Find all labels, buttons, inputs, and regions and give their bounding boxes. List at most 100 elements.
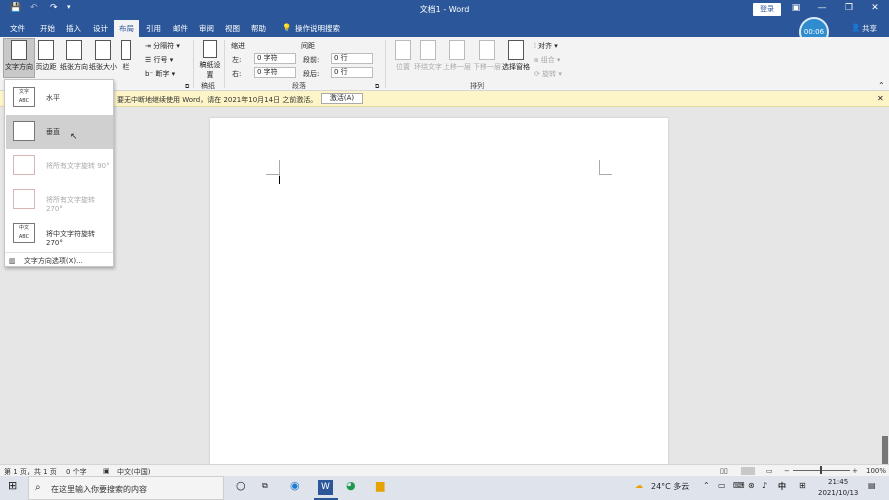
tell-me-search[interactable]: 操作说明搜索 (295, 23, 340, 34)
indent-left-input[interactable]: 0 字符 (254, 53, 296, 64)
web-layout-icon[interactable]: ▭ (766, 467, 773, 475)
align-button[interactable]: ⫶ 对齐 ▾ (534, 41, 558, 51)
close-icon[interactable]: ✕ (868, 3, 882, 13)
orientation-icon (66, 40, 82, 60)
draft-paper-button[interactable]: 稿纸设置 (196, 40, 224, 80)
tab-view[interactable]: 视图 (225, 23, 240, 34)
weather-icon[interactable]: ☁ (635, 481, 643, 490)
text-direction-rotate-270[interactable]: 将所有文字旋转 270° (6, 183, 113, 217)
indent-right-input[interactable]: 0 字符 (254, 67, 296, 78)
text-direction-rotate-asian-270[interactable]: 中文 ABC 将中文字符旋转 270° (6, 217, 113, 251)
zoom-slider-thumb[interactable] (820, 466, 822, 474)
breaks-button[interactable]: ⇥ 分隔符 ▾ (145, 41, 180, 51)
send-backward-button[interactable]: 下移一层 (473, 40, 501, 72)
dd-item-label: 水平 (46, 94, 60, 102)
paragraph-launcher-icon[interactable]: ⧉ (375, 83, 379, 91)
selection-pane-button[interactable]: 选择窗格 (502, 40, 530, 72)
mouse-cursor-icon: ↖ (70, 132, 78, 142)
bring-forward-button[interactable]: 上移一层 (443, 40, 471, 72)
windows-start-icon[interactable]: ⊞ (8, 479, 17, 492)
login-button[interactable]: 登录 (753, 3, 781, 16)
file-explorer-icon[interactable]: ▆ (376, 479, 384, 492)
zoom-in-icon[interactable]: + (852, 467, 858, 475)
ime-mode-icon[interactable]: ⊞ (799, 481, 806, 490)
task-view-icon[interactable]: ⧉ (262, 481, 268, 491)
notifications-icon[interactable]: ▤ (868, 481, 876, 490)
clock-time[interactable]: 21:45 (828, 478, 848, 486)
rotate-asian-icon: 中文 ABC (13, 223, 35, 243)
ribbon-display-icon[interactable]: ▣ (789, 3, 803, 13)
tab-mailings[interactable]: 邮件 (173, 23, 188, 34)
word-taskbar-icon[interactable]: W (318, 480, 333, 495)
margins-button[interactable]: 页边距 (32, 40, 60, 72)
spacing-after-input[interactable]: 0 行 (331, 67, 373, 78)
separator (385, 40, 386, 88)
restore-icon[interactable]: ❐ (842, 3, 856, 13)
size-button[interactable]: 纸张大小 (89, 40, 117, 72)
size-icon (95, 40, 111, 60)
tab-references[interactable]: 引用 (146, 23, 161, 34)
cortana-icon[interactable]: ○ (236, 479, 246, 492)
page-setup-launcher-icon[interactable]: ⧉ (185, 83, 189, 91)
ime-indicator[interactable]: 中 (778, 481, 786, 492)
hyphenation-label: 断字 (155, 70, 170, 78)
columns-label: 栏 (122, 63, 130, 71)
tab-design[interactable]: 设计 (93, 23, 108, 34)
orientation-button[interactable]: 纸张方向 (60, 40, 88, 72)
spacing-before-input[interactable]: 0 行 (331, 53, 373, 64)
network-status-icon[interactable]: ⌨ (733, 481, 745, 490)
zoom-out-icon[interactable]: − (784, 467, 790, 475)
user-icon: 👤 (851, 23, 861, 32)
text-direction-rotate-90[interactable]: 将所有文字旋转 90° (6, 149, 113, 183)
tab-insert[interactable]: 插入 (66, 23, 81, 34)
share-button[interactable]: 共享 (862, 23, 877, 34)
rotate-270-icon (13, 189, 35, 209)
read-mode-icon[interactable]: ▯▯ (720, 467, 728, 475)
taskbar-search[interactable]: ⌕ 在这里输入你要搜索的内容 (28, 476, 224, 500)
status-bar: 第 1 页，共 1 页 0 个字 ▣ 中文(中国) ▯▯ ▭ − + 100% (0, 464, 889, 476)
line-numbers-button[interactable]: ☰ 行号 ▾ (145, 55, 173, 65)
tab-help[interactable]: 帮助 (251, 23, 266, 34)
rotate-button[interactable]: ⟳ 旋转 ▾ (534, 69, 562, 79)
arrange-group-label: 排列 (470, 82, 484, 90)
horizontal-text-icon: 文字 ABC (13, 87, 35, 107)
tray-expand-icon[interactable]: ⌃ (703, 481, 710, 490)
group-button[interactable]: ⧈ 组合 ▾ (534, 55, 560, 65)
text-direction-horizontal[interactable]: 文字 ABC 水平 (6, 81, 113, 115)
app-icon[interactable]: ◕ (346, 479, 356, 492)
hyphenation-button[interactable]: b⁻ 断字 ▾ (145, 69, 175, 79)
text-direction-vertical[interactable]: 垂直 ↖ (6, 115, 113, 149)
wifi-icon[interactable]: ⊛ (748, 481, 755, 490)
volume-icon[interactable]: ♪ (762, 481, 767, 490)
weather-text[interactable]: 24°C 多云 (651, 481, 689, 492)
dd-item-label: 垂直 (46, 128, 60, 136)
rotate-label: 旋转 (542, 70, 557, 78)
text-direction-button[interactable]: 文字方向 (5, 40, 33, 72)
zoom-level[interactable]: 100% (866, 467, 886, 475)
tab-home[interactable]: 开始 (40, 23, 55, 34)
network-icon[interactable]: ▭ (718, 481, 726, 490)
columns-button[interactable]: 栏 (118, 40, 134, 72)
dd-item-label: 将所有文字旋转 90° (46, 162, 110, 170)
bring-forward-icon (449, 40, 465, 60)
tab-review[interactable]: 审阅 (199, 23, 214, 34)
vertical-scrollbar-thumb[interactable] (882, 436, 888, 464)
print-layout-icon[interactable] (741, 467, 755, 475)
collapse-ribbon-icon[interactable]: ⌃ (878, 81, 885, 90)
minimize-icon[interactable]: — (815, 3, 829, 13)
position-button[interactable]: 位置 (389, 40, 417, 72)
proofing-icon[interactable]: ▣ (103, 467, 110, 475)
tab-layout[interactable]: 布局 (114, 20, 139, 37)
text-cursor (279, 176, 280, 184)
edge-icon[interactable]: ◉ (290, 479, 300, 492)
clock-date[interactable]: 2021/10/13 (818, 489, 858, 497)
text-direction-options[interactable]: ▥ 文字方向选项(X)... (9, 256, 83, 266)
activation-message: 要无中断地继续使用 Word，请在 2021年10月14日 之前激活。 (117, 96, 318, 104)
document-page[interactable] (210, 118, 668, 464)
tab-file[interactable]: 文件 (10, 23, 25, 34)
ribbon-layout: 文字方向 页边距 纸张方向 纸张大小 栏 ⇥ 分隔符 ▾ ☰ 行号 ▾ b⁻ 断… (0, 37, 889, 91)
close-notice-icon[interactable]: ✕ (877, 94, 884, 103)
wrap-text-button[interactable]: 环绕文字 (414, 40, 442, 72)
position-label: 位置 (396, 63, 410, 71)
activate-button[interactable]: 激活(A) (321, 93, 363, 104)
